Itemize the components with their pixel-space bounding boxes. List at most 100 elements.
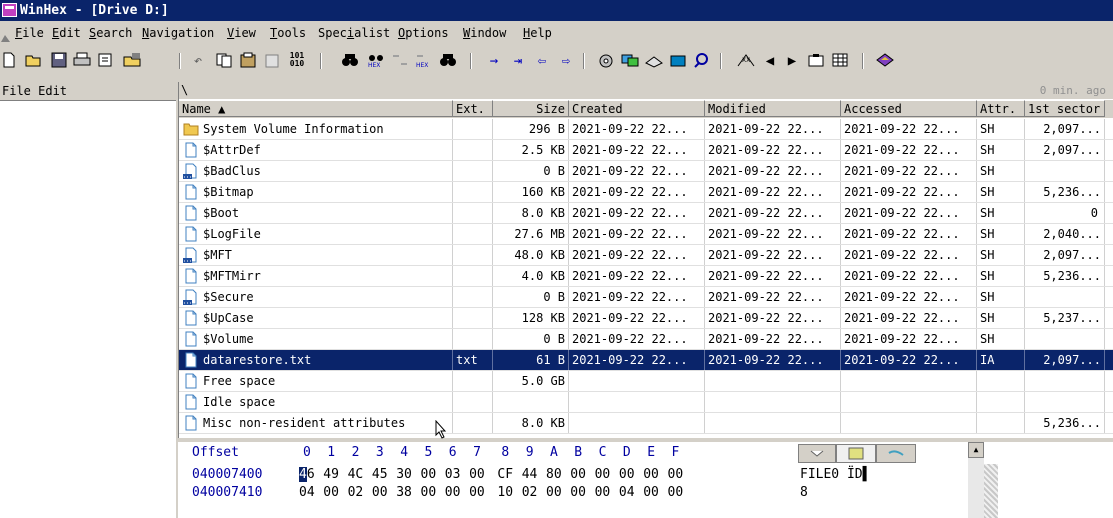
find-icon[interactable] [340,52,360,70]
hex-byte[interactable]: 10 [497,484,513,501]
table-row[interactable]: Free space 5.0 GB [179,371,1113,392]
hex-byte[interactable]: 44 [522,466,538,483]
menu-edit[interactable]: Edit [52,22,81,44]
save-icon[interactable] [50,52,68,70]
menu-specialist[interactable]: Specialist [318,22,390,44]
table-row[interactable]: $AttrDef 2.5 KB 2021-09-22 22... 2021-09-22… [179,140,1113,161]
table-row[interactable]: $MFT 48.0 KB 2021-09-22 22... 2021-09-22 22… [179,245,1113,266]
table-row[interactable]: Idle space [179,392,1113,413]
column-header-name[interactable]: Name ▲ [179,100,453,117]
hex-byte[interactable]: 00 [469,466,485,483]
hex-byte[interactable]: 04 [619,484,635,501]
hex-byte[interactable]: 00 [546,484,562,501]
hex-byte[interactable]: 00 [323,484,339,501]
menu-search[interactable]: Search [89,22,132,44]
goto-offset-icon[interactable]: → [484,52,504,70]
winhex-app-icon[interactable] [2,3,17,17]
column-header-accessed[interactable]: Accessed [841,100,977,117]
hex-byte[interactable]: 4C [348,466,364,483]
table-row[interactable]: $Bitmap 160 KB 2021-09-22 22... 2021-09-22 … [179,182,1113,203]
ram-editor-icon[interactable] [620,52,640,70]
open-disk-icon[interactable] [122,52,144,70]
disk-editor-icon[interactable] [596,52,616,70]
hex-byte[interactable]: 00 [668,484,684,501]
column-header-attr[interactable]: Attr. [977,100,1025,117]
hex-byte[interactable]: 45 [372,466,388,483]
hex-ascii[interactable]: FILE0 ÏD▌ [800,466,870,483]
hex-byte[interactable]: 00 [421,484,437,501]
hex-byte[interactable]: 00 [595,466,611,483]
goto-sector-icon[interactable]: ⇥ [508,52,528,70]
table-row[interactable]: System Volume Information 296 B 2021-09-22… [179,119,1113,140]
table-row[interactable]: $BadClus 0 B 2021-09-22 22... 2021-09-22 22… [179,161,1113,182]
table-row[interactable]: $LogFile 27.6 MB 2021-09-22 22... 2021-09-2… [179,224,1113,245]
table-row[interactable]: $MFTMirr 4.0 KB 2021-09-22 22... 2021-09-22… [179,266,1113,287]
next-icon[interactable]: ▶ [784,52,800,70]
scroll-up-button[interactable]: ▲ [968,442,984,458]
properties-icon[interactable] [96,52,116,70]
menu-help[interactable]: Help [523,22,552,44]
menu-document-icon[interactable] [0,28,11,42]
hex-byte[interactable]: 02 [522,484,538,501]
open-folder-icon[interactable] [24,52,44,70]
hex-byte[interactable]: 30 [396,466,412,483]
menu-view[interactable]: View [227,22,256,44]
copy-icon[interactable] [214,52,234,70]
menu-window[interactable]: Window [463,22,506,44]
left-pane-label[interactable]: File Edit [2,84,67,98]
undo-icon[interactable]: ↶ [188,52,208,70]
hex-byte[interactable]: 49 [323,466,339,483]
hex-byte[interactable]: 00 [570,484,586,501]
menu-navigation[interactable]: Navigation [142,22,214,44]
table-row[interactable]: $UpCase 128 KB 2021-09-22 22... 2021-09-22 … [179,308,1113,329]
paste-icon[interactable] [262,52,282,70]
replace-hex-icon[interactable]: HEX [414,52,434,70]
grid-icon[interactable] [830,52,850,70]
table-row[interactable]: $Boot 8.0 KB 2021-09-22 22... 2021-09-22 22… [179,203,1113,224]
table-row[interactable]: datarestore.txt txt 61 B 2021-09-22 22... 20… [179,350,1113,371]
camera-icon[interactable] [806,52,826,70]
print-icon[interactable] [72,52,92,70]
menu-options[interactable]: Options [398,22,449,44]
column-header-modified[interactable]: Modified [705,100,841,117]
hex-byte[interactable]: 00 [619,466,635,483]
replace-icon[interactable] [390,52,410,70]
hex-byte[interactable]: 03 [445,466,461,483]
column-header-created[interactable]: Created [569,100,705,117]
prev-icon[interactable]: ◀ [762,52,778,70]
hex-byte[interactable]: 00 [595,484,611,501]
hex-byte[interactable]: 00 [643,466,659,483]
tab-search-icon[interactable] [836,444,876,463]
find-hex-icon[interactable]: HEX [366,52,386,70]
hex-byte[interactable]: 00 [668,466,684,483]
column-header-ext[interactable]: Ext. [453,100,493,117]
forward-icon[interactable]: ⇨ [556,52,576,70]
tab-wave-icon[interactable] [876,444,916,463]
hex-byte[interactable]: 38 [396,484,412,501]
column-header-size[interactable]: Size [493,100,569,117]
new-file-icon[interactable] [0,52,18,70]
hex-ascii[interactable]: 8 [800,484,808,501]
hex-byte[interactable]: 02 [348,484,364,501]
tab-chevron-icon[interactable] [798,444,836,463]
hex-cursor-byte[interactable]: 46 [299,466,317,483]
hex-scrollbar[interactable]: ▲ [968,442,984,518]
help-icon[interactable] [874,52,896,70]
hex-byte[interactable]: CF [497,466,513,483]
hex-byte[interactable]: 00 [421,466,437,483]
hex-byte[interactable]: 00 [372,484,388,501]
cut-clipboard-icon[interactable] [238,52,258,70]
find-again-icon[interactable] [438,52,458,70]
hex-byte[interactable]: 04 [299,484,315,501]
menu-file[interactable]: File [15,22,44,44]
hex-byte[interactable]: 00 [469,484,485,501]
snapshot-icon[interactable]: XX [735,52,757,70]
back-icon[interactable]: ⇦ [532,52,552,70]
hex-byte[interactable]: 00 [445,484,461,501]
calculator-icon[interactable] [668,52,688,70]
hex-byte[interactable]: 80 [546,466,562,483]
hex-byte[interactable]: 00 [570,466,586,483]
disk-icon[interactable] [644,52,664,70]
table-row[interactable]: Misc non-resident attributes 8.0 KB 5,236.… [179,413,1113,434]
hex-byte[interactable]: 00 [643,484,659,501]
